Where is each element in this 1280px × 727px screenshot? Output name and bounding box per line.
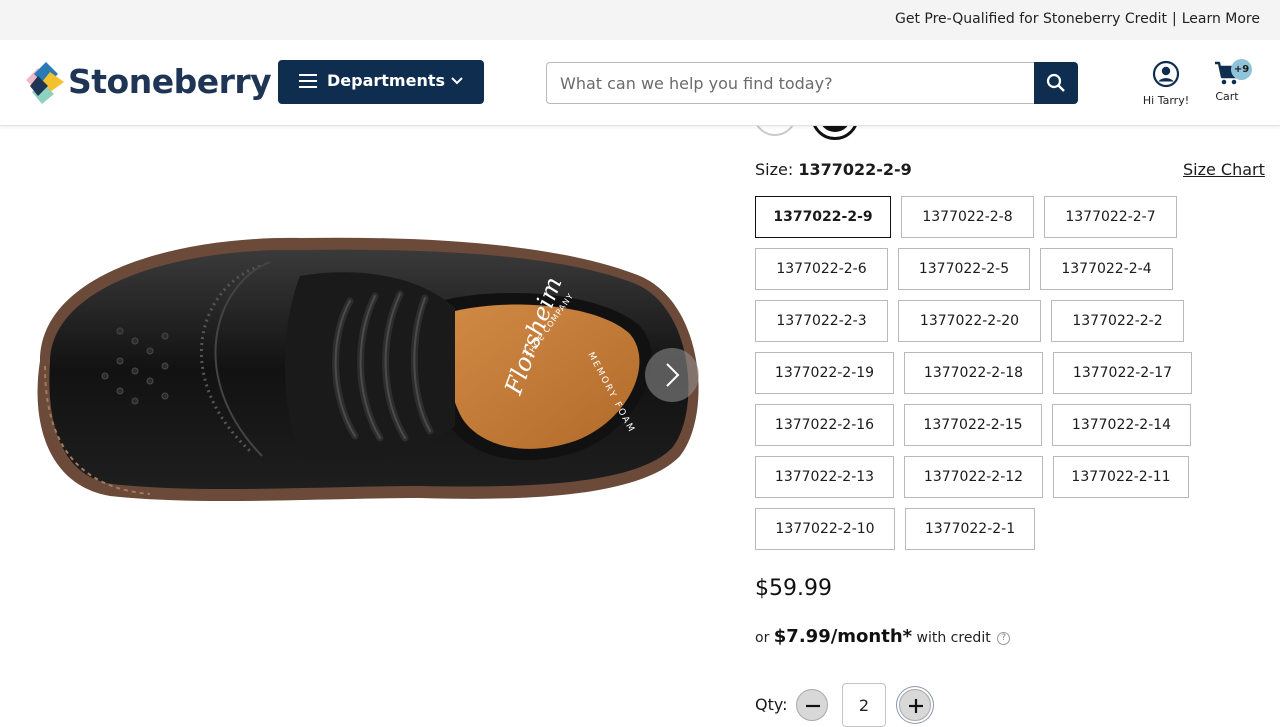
logo-mark-icon bbox=[26, 62, 64, 104]
next-image-button[interactable] bbox=[645, 348, 699, 402]
size-option[interactable]: 1377022-2-20 bbox=[898, 300, 1041, 342]
product-image-gallery: Florsheim MEMORY FOAM SHOE COMPANY bbox=[0, 126, 720, 720]
promo-bar: Get Pre-Qualified for Stoneberry Credit |… bbox=[0, 0, 1280, 40]
plus-icon bbox=[909, 699, 923, 713]
cart-button[interactable]: +9 Cart bbox=[1206, 59, 1252, 112]
size-option[interactable]: 1377022-2-3 bbox=[755, 300, 888, 342]
size-label: Size: 1377022-2-9 bbox=[755, 160, 912, 179]
size-option[interactable]: 1377022-2-4 bbox=[1040, 248, 1173, 290]
size-option[interactable]: 1377022-2-13 bbox=[755, 456, 894, 498]
chevron-down-icon bbox=[451, 77, 463, 85]
logo[interactable]: Stoneberry bbox=[24, 62, 272, 104]
selected-size-value: 1377022-2-9 bbox=[798, 160, 912, 179]
chevron-right-icon bbox=[666, 363, 680, 387]
size-option[interactable]: 1377022-2-5 bbox=[898, 248, 1030, 290]
search-button[interactable] bbox=[1034, 62, 1078, 104]
size-option[interactable]: 1377022-2-18 bbox=[904, 352, 1043, 394]
help-icon[interactable]: ? bbox=[997, 631, 1011, 645]
qty-decrease-button[interactable] bbox=[796, 689, 828, 721]
prequal-link[interactable]: Get Pre-Qualified for Stoneberry Credit bbox=[895, 11, 1167, 27]
credit-suffix: with credit bbox=[916, 630, 991, 646]
product-image: Florsheim MEMORY FOAM SHOE COMPANY bbox=[37, 237, 699, 502]
size-option[interactable]: 1377022-2-15 bbox=[904, 404, 1042, 446]
size-option[interactable]: 1377022-2-7 bbox=[1044, 196, 1177, 238]
size-option[interactable]: 1377022-2-17 bbox=[1053, 352, 1192, 394]
promo-separator: | bbox=[1171, 11, 1177, 27]
size-option[interactable]: 1377022-2-12 bbox=[904, 456, 1043, 498]
size-option-selected[interactable]: 1377022-2-9 bbox=[755, 196, 891, 238]
size-option[interactable]: 1377022-2-10 bbox=[755, 508, 895, 550]
size-option[interactable]: 1377022-2-8 bbox=[901, 196, 1034, 238]
credit-offer: or $7.99/month* with credit ? bbox=[755, 626, 1011, 647]
size-prefix: Size: bbox=[755, 160, 794, 179]
learn-more-link[interactable]: Learn More bbox=[1182, 11, 1260, 27]
qty-label: Qty: bbox=[755, 695, 788, 714]
account-greeting: Hi Tarry! bbox=[1142, 94, 1190, 107]
size-option[interactable]: 1377022-2-1 bbox=[905, 508, 1035, 550]
search-icon bbox=[1046, 73, 1065, 92]
departments-label: Departments bbox=[327, 71, 446, 90]
size-option[interactable]: 1377022-2-11 bbox=[1053, 456, 1189, 498]
minus-icon bbox=[806, 704, 820, 708]
departments-button[interactable]: Departments bbox=[278, 60, 484, 104]
cart-count-badge: +9 bbox=[1231, 59, 1252, 80]
cart-label: Cart bbox=[1215, 90, 1239, 103]
account-button[interactable]: Hi Tarry! bbox=[1138, 60, 1194, 112]
search-input[interactable] bbox=[546, 62, 1034, 104]
menu-icon bbox=[299, 74, 317, 90]
credit-monthly-amount: $7.99/month* bbox=[773, 626, 913, 647]
qty-increase-button[interactable] bbox=[899, 689, 931, 721]
logo-text: Stoneberry bbox=[68, 62, 272, 101]
site-header: Stoneberry Departments Hi Tarry! +9 Cart bbox=[0, 40, 1280, 126]
product-price: $59.99 bbox=[755, 576, 832, 601]
credit-prefix: or bbox=[755, 630, 770, 646]
size-option[interactable]: 1377022-2-14 bbox=[1052, 404, 1191, 446]
size-chart-link[interactable]: Size Chart bbox=[1183, 160, 1265, 179]
search-bar bbox=[546, 62, 1078, 104]
size-option[interactable]: 1377022-2-2 bbox=[1051, 300, 1184, 342]
size-option[interactable]: 1377022-2-19 bbox=[755, 352, 894, 394]
promo-text: Get Pre-Qualified for Stoneberry Credit |… bbox=[895, 11, 1260, 27]
size-option[interactable]: 1377022-2-6 bbox=[755, 248, 888, 290]
qty-input[interactable] bbox=[842, 683, 886, 727]
size-option[interactable]: 1377022-2-16 bbox=[755, 404, 894, 446]
user-icon bbox=[1152, 60, 1180, 88]
